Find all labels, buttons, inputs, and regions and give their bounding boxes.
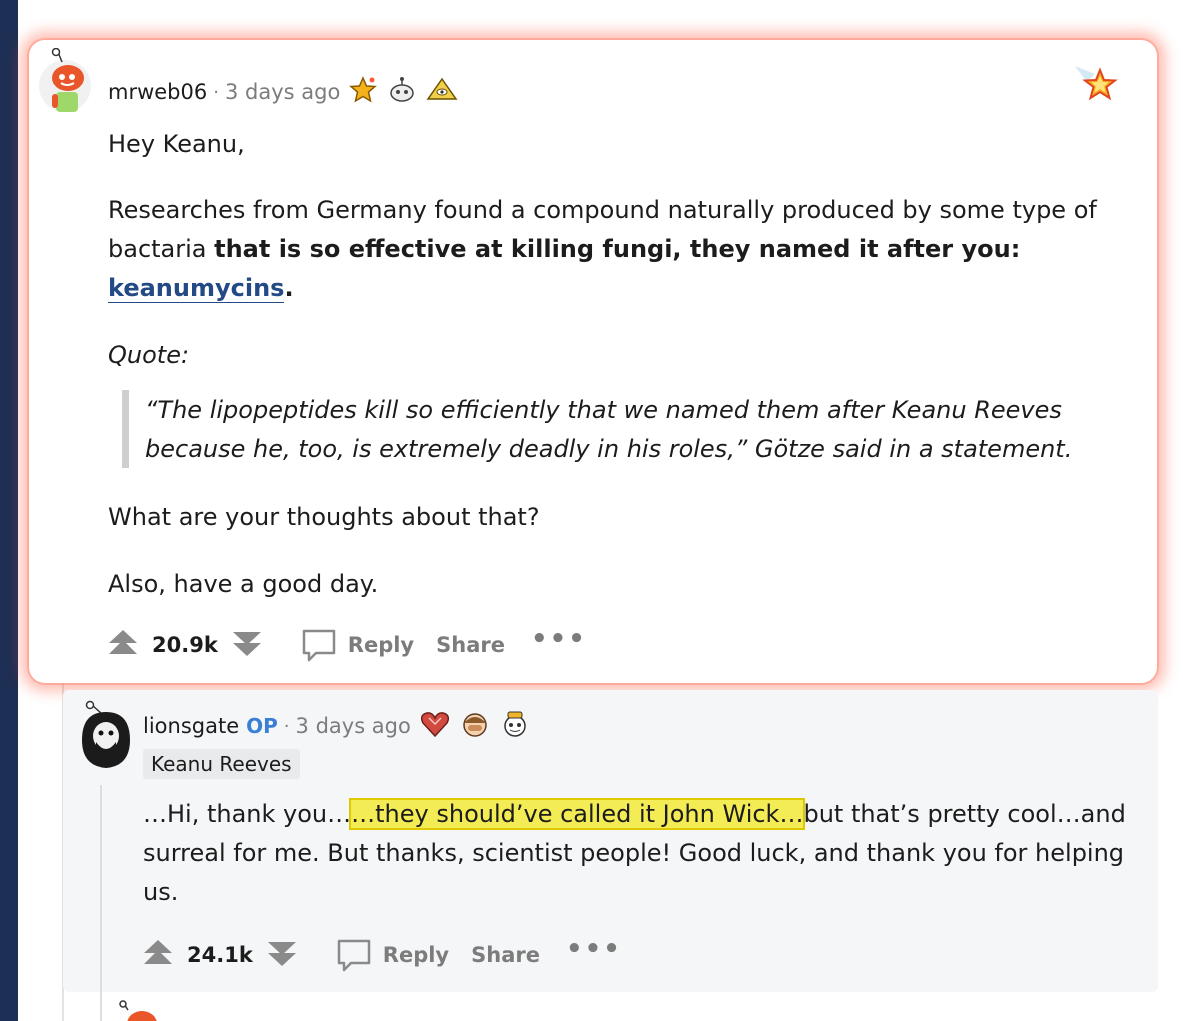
heart-gem-award-icon[interactable] xyxy=(419,709,451,743)
reply-label: Reply xyxy=(347,633,415,657)
comment-actions: 20.9k Reply Share ••• xyxy=(108,625,587,665)
reply-body: …Hi, thank you……they should’ve called it… xyxy=(143,795,1133,912)
reply-text-start: …Hi, thank you… xyxy=(143,800,352,828)
snoo-avatar-icon xyxy=(119,1000,157,1021)
snoo-award-icon[interactable] xyxy=(499,709,531,743)
upvote-icon[interactable] xyxy=(143,937,173,973)
op-badge: OP xyxy=(246,714,278,738)
reply-actions: 24.1k Reply Share ••• xyxy=(143,935,622,975)
blockquote-text: “The lipopeptides kill so efficiently th… xyxy=(145,396,1073,463)
timestamp[interactable]: 3 days ago xyxy=(225,80,340,104)
meta-separator: · xyxy=(283,715,290,737)
user-avatar[interactable] xyxy=(38,47,92,118)
downvote-icon[interactable] xyxy=(232,627,262,663)
more-options-button[interactable]: ••• xyxy=(531,626,587,652)
reply-meta: lionsgate OP · 3 days ago xyxy=(143,708,531,744)
user-flair: Keanu Reeves xyxy=(143,749,300,779)
vote-score: 24.1k xyxy=(187,943,253,967)
upvote-icon[interactable] xyxy=(108,627,138,663)
op-avatar[interactable] xyxy=(76,700,136,772)
robot-award-icon[interactable] xyxy=(386,75,418,109)
highlighted-text: …they should’ve called it John Wick… xyxy=(349,798,806,830)
comment-paragraph: Researches from Germany found a compound… xyxy=(108,191,1138,308)
comment-closing: Also, have a good day. xyxy=(108,570,379,598)
starstruck-award-icon[interactable] xyxy=(1073,64,1123,110)
next-comment-avatar[interactable] xyxy=(118,1000,162,1021)
timestamp[interactable]: 3 days ago xyxy=(296,714,411,738)
quote-label: Quote: xyxy=(108,341,190,369)
downvote-icon[interactable] xyxy=(267,937,297,973)
eye-pyramid-award-icon[interactable] xyxy=(426,75,458,109)
paragraph-end: . xyxy=(284,274,294,302)
facepalm-award-icon[interactable] xyxy=(459,709,491,743)
comment-question: What are your thoughts about that? xyxy=(108,503,540,531)
vote-score: 20.9k xyxy=(152,633,218,657)
username-link[interactable]: mrweb06 xyxy=(108,80,207,104)
blockquote-bar xyxy=(122,390,129,468)
left-sidebar-rail xyxy=(0,0,18,1021)
snoo-avatar-icon xyxy=(82,700,130,768)
comment-bubble-icon xyxy=(302,629,336,662)
paragraph-bold: that is so effective at killing fungi, t… xyxy=(214,235,1021,263)
meta-separator: · xyxy=(213,81,219,103)
more-options-button[interactable]: ••• xyxy=(566,936,622,962)
reply-label: Reply xyxy=(382,943,450,967)
share-button[interactable]: Share xyxy=(471,943,540,967)
share-button[interactable]: Share xyxy=(436,633,505,657)
snoo-avatar-icon xyxy=(39,47,91,112)
username-link[interactable]: lionsgate xyxy=(143,714,239,738)
reply-thread-line[interactable] xyxy=(100,785,102,1021)
comment-meta: mrweb06 · 3 days ago xyxy=(108,74,458,110)
star-award-icon[interactable] xyxy=(348,75,378,109)
comment-bubble-icon xyxy=(337,939,371,972)
reply-button[interactable]: Reply xyxy=(335,936,449,974)
reply-button[interactable]: Reply xyxy=(300,626,414,664)
keanumycins-link[interactable]: keanumycins xyxy=(108,274,285,303)
comment-greeting: Hey Keanu, xyxy=(108,130,245,158)
